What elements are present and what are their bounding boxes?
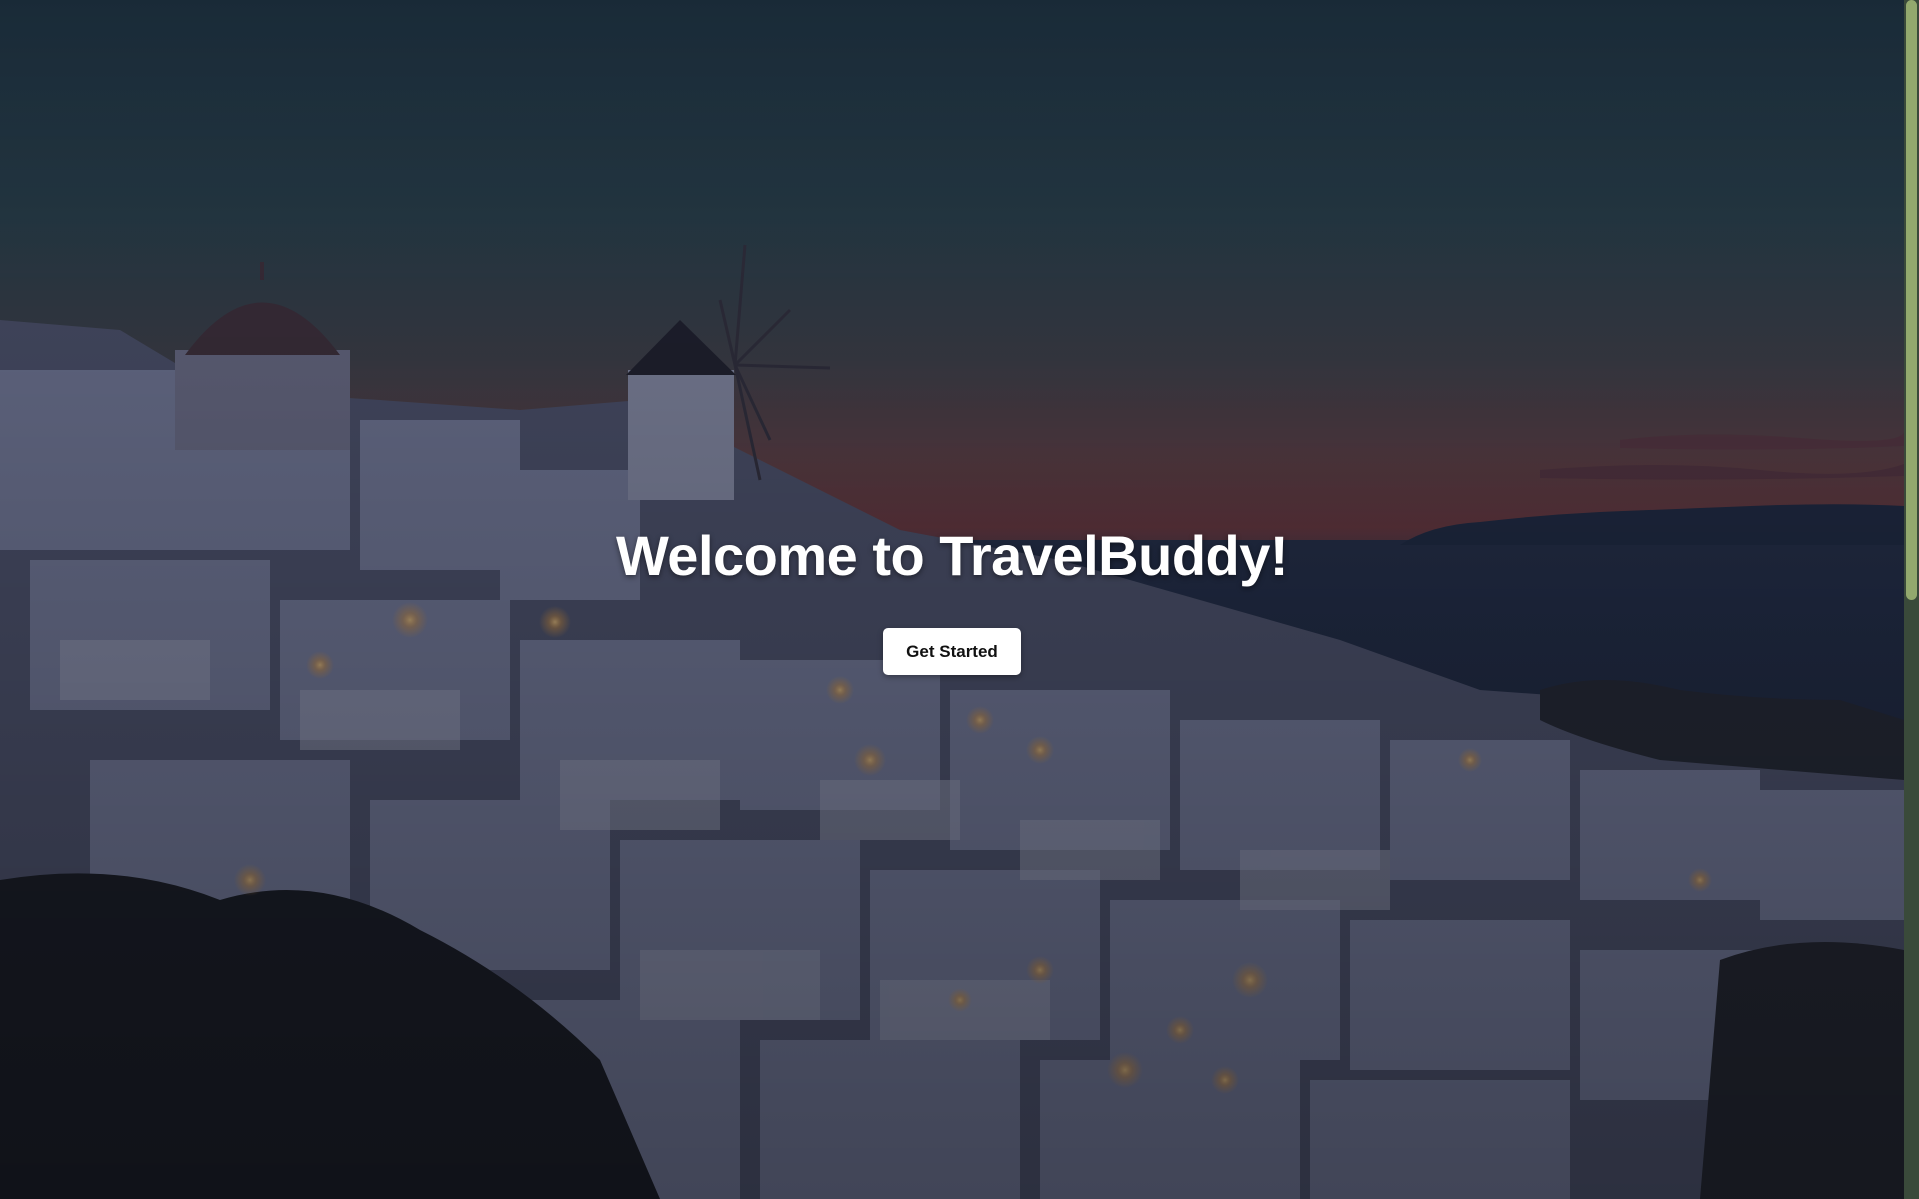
page-scrollbar[interactable] xyxy=(1904,0,1919,1199)
landing-page: Welcome to TravelBuddy! Get Started xyxy=(0,0,1919,1199)
scrollbar-thumb[interactable] xyxy=(1906,0,1917,600)
hero-section: Welcome to TravelBuddy! Get Started xyxy=(0,0,1904,1199)
get-started-button[interactable]: Get Started xyxy=(883,628,1021,675)
hero-title: Welcome to TravelBuddy! xyxy=(615,524,1289,587)
